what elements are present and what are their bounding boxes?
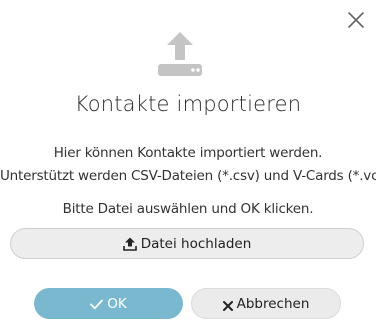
upload-icon: [122, 237, 137, 251]
cancel-button[interactable]: Abbrechen: [191, 288, 341, 319]
description-line-2: Unterstützt werden CSV-Dateien (*.csv) u…: [0, 168, 376, 184]
upload-tray-icon: [155, 28, 205, 78]
dialog-title: Kontakte importieren: [74, 92, 302, 116]
x-icon: [222, 299, 233, 311]
instruction-text: Bitte Datei auswählen und OK klicken.: [62, 201, 314, 217]
upload-file-label: Datei hochladen: [140, 235, 252, 252]
ok-button[interactable]: OK: [34, 288, 183, 319]
upload-file-button[interactable]: Datei hochladen: [10, 228, 364, 259]
description-line-1: Hier können Kontakte importiert werden.: [53, 145, 323, 161]
ok-label: OK: [107, 295, 127, 312]
close-icon[interactable]: [346, 10, 366, 30]
cancel-label: Abbrechen: [236, 295, 310, 312]
check-icon: [90, 298, 104, 310]
